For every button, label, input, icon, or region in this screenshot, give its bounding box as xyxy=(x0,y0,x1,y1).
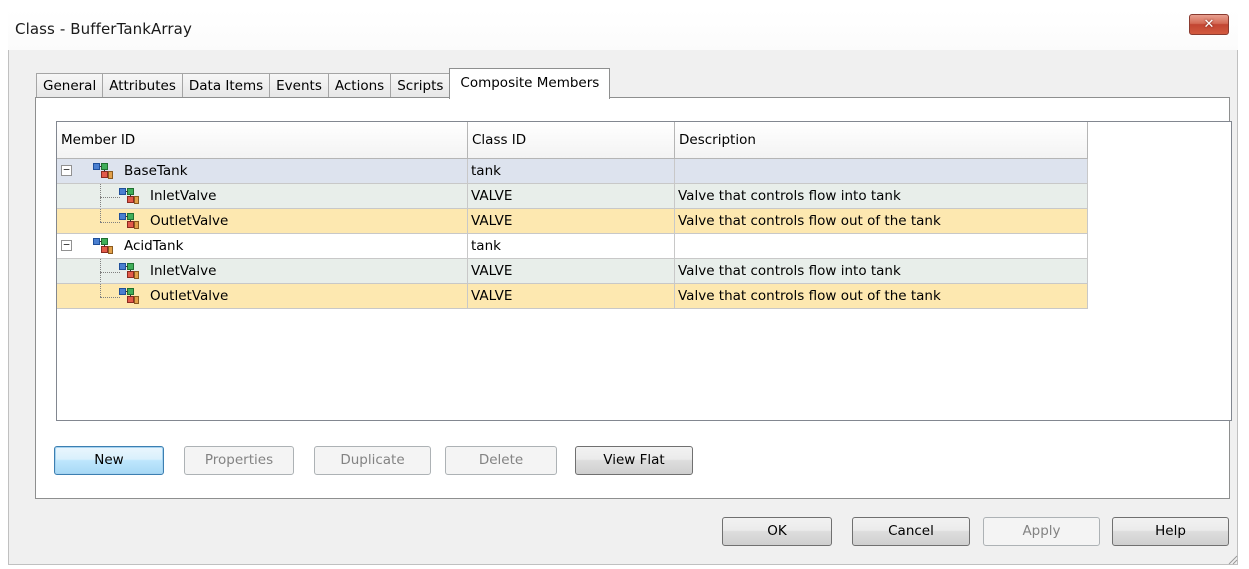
class-id-cell: VALVE xyxy=(468,184,675,209)
close-button[interactable]: ✕ xyxy=(1189,14,1229,35)
class-id-cell: VALVE xyxy=(468,209,675,234)
class-id-cell: tank xyxy=(468,234,675,259)
class-dialog: Class - BufferTankArray ✕ General Attrib… xyxy=(0,0,1249,569)
tree-row-child[interactable]: InletValve VALVE Valve that controls flow … xyxy=(57,259,1088,284)
member-id-cell: OutletValve xyxy=(57,284,468,309)
new-button[interactable]: New xyxy=(54,446,164,475)
component-icon xyxy=(119,262,139,280)
delete-button[interactable]: Delete xyxy=(445,446,557,475)
description-cell xyxy=(675,234,1088,259)
tab-strip: General Attributes Data Items Events Act… xyxy=(36,68,611,99)
component-icon xyxy=(119,212,139,230)
description-cell: Valve that controls flow into tank xyxy=(675,259,1088,284)
member-id-label: InletValve xyxy=(150,263,217,279)
tab-general[interactable]: General xyxy=(36,73,104,98)
member-id-label: InletValve xyxy=(150,188,217,204)
class-id-cell: VALVE xyxy=(468,259,675,284)
member-id-cell: OutletValve xyxy=(57,209,468,234)
member-id-label: BaseTank xyxy=(124,163,188,179)
tree-connector xyxy=(100,222,120,223)
component-icon xyxy=(93,162,113,180)
class-id-cell: tank xyxy=(468,159,675,184)
cancel-button[interactable]: Cancel xyxy=(852,517,970,546)
grid-rows: − BaseTank tank InletValve VALVE Valve that c… xyxy=(57,159,1088,309)
help-button[interactable]: Help xyxy=(1112,517,1229,546)
description-cell xyxy=(675,159,1088,184)
tab-events[interactable]: Events xyxy=(269,73,329,98)
tree-row-parent[interactable]: − AcidTank tank xyxy=(57,234,1088,259)
tree-row-child[interactable]: OutletValve VALVE Valve that controls flow… xyxy=(57,284,1088,309)
members-grid[interactable]: Member ID Class ID Description − BaseTank… xyxy=(56,121,1232,421)
tab-composite-members[interactable]: Composite Members xyxy=(449,68,611,99)
properties-button[interactable]: Properties xyxy=(184,446,294,475)
tab-data-items[interactable]: Data Items xyxy=(181,73,271,98)
ok-button[interactable]: OK xyxy=(722,517,832,546)
title-bar xyxy=(8,10,1238,50)
apply-button[interactable]: Apply xyxy=(983,517,1100,546)
member-id-cell: InletValve xyxy=(57,184,468,209)
description-cell: Valve that controls flow into tank xyxy=(675,184,1088,209)
column-header-member-id[interactable]: Member ID xyxy=(57,122,468,159)
collapse-icon[interactable]: − xyxy=(61,239,72,251)
close-icon: ✕ xyxy=(1203,17,1215,32)
component-icon xyxy=(119,187,139,205)
description-cell: Valve that controls flow out of the tank xyxy=(675,209,1088,234)
component-icon xyxy=(93,237,113,255)
tab-actions[interactable]: Actions xyxy=(327,73,392,98)
description-cell: Valve that controls flow out of the tank xyxy=(675,284,1088,309)
member-id-cell: − AcidTank xyxy=(57,234,468,259)
tree-connector xyxy=(100,297,120,298)
member-id-label: AcidTank xyxy=(124,238,184,254)
tree-connector xyxy=(100,272,120,273)
resize-grip-icon[interactable] xyxy=(1226,553,1238,565)
tab-scripts[interactable]: Scripts xyxy=(390,73,451,98)
tree-connector xyxy=(100,284,101,297)
window-title: Class - BufferTankArray xyxy=(15,20,192,38)
tree-connector xyxy=(100,209,101,222)
duplicate-button[interactable]: Duplicate xyxy=(314,446,431,475)
member-id-label: OutletValve xyxy=(150,288,229,304)
member-id-cell: − BaseTank xyxy=(57,159,468,184)
grid-header: Member ID Class ID Description xyxy=(57,122,1088,159)
class-id-cell: VALVE xyxy=(468,284,675,309)
tab-attributes[interactable]: Attributes xyxy=(102,73,183,98)
column-header-class-id[interactable]: Class ID xyxy=(468,122,675,159)
tree-row-parent[interactable]: − BaseTank tank xyxy=(57,159,1088,184)
tree-row-child[interactable]: OutletValve VALVE Valve that controls flow… xyxy=(57,209,1088,234)
view-flat-button[interactable]: View Flat xyxy=(575,446,693,475)
column-header-description[interactable]: Description xyxy=(675,122,1088,159)
member-id-label: OutletValve xyxy=(150,213,229,229)
tree-row-child[interactable]: InletValve VALVE Valve that controls flow … xyxy=(57,184,1088,209)
tree-connector xyxy=(100,197,120,198)
collapse-icon[interactable]: − xyxy=(61,164,72,176)
component-icon xyxy=(119,287,139,305)
member-id-cell: InletValve xyxy=(57,259,468,284)
